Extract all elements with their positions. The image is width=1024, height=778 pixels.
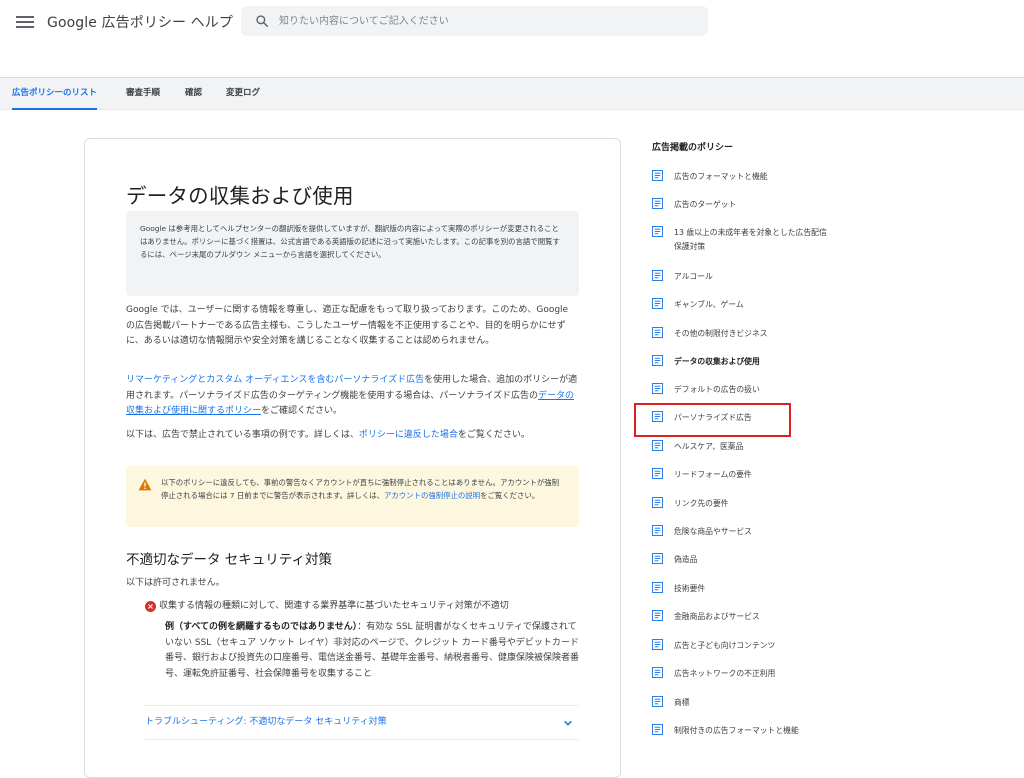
sidebar-item-lead-form[interactable]: リードフォームの要件 <box>652 468 852 482</box>
sidebar-item-label: 広告のターゲット <box>674 200 737 209</box>
menu-icon[interactable] <box>16 12 34 32</box>
sidebar-item-label: 広告と子ども向けコンテンツ <box>674 641 776 650</box>
examples-intro: 以下は、広告で禁止されている事項の例です。詳しくは、ポリシーに違反した場合をご覧… <box>126 428 579 444</box>
sidebar-item-label: リンク先の要件 <box>674 499 729 508</box>
tab-policy-list[interactable]: 広告ポリシーのリスト <box>12 78 98 110</box>
top-header: Google 広告ポリシー ヘルプ <box>0 0 1024 78</box>
document-icon <box>652 696 663 707</box>
tab-confirm[interactable]: 確認 <box>185 78 202 110</box>
sidebar-item-label: 技術要件 <box>674 584 706 593</box>
sidebar-item-label: ギャンブル、ゲーム <box>674 300 744 309</box>
document-icon <box>652 170 663 181</box>
sidebar-item-data-collection[interactable]: データの収集および使用 <box>652 355 852 369</box>
document-icon <box>652 610 663 621</box>
document-icon <box>652 383 663 394</box>
document-icon <box>652 724 663 735</box>
search-input[interactable] <box>279 6 699 36</box>
sidebar-item-child-content[interactable]: 広告と子ども向けコンテンツ <box>652 639 852 653</box>
document-icon <box>652 582 663 593</box>
examples-intro-text-1: 以下は、広告で禁止されている事項の例です。詳しくは、 <box>126 430 359 440</box>
sidebar-item-technical[interactable]: 技術要件 <box>652 582 852 596</box>
translation-notice: Google は参考用としてヘルプセンターの翻訳版を提供していますが、翻訳版の内… <box>126 211 579 296</box>
sidebar-item-label: 制限付きの広告フォーマットと機能 <box>674 726 799 735</box>
sidebar-item-destination[interactable]: リンク先の要件 <box>652 497 852 511</box>
search-box[interactable] <box>241 6 708 36</box>
article-card: データの収集および使用 Google は参考用としてヘルプセンターの翻訳版を提供… <box>84 138 621 778</box>
sidebar-item-counterfeit[interactable]: 偽造品 <box>652 553 852 567</box>
sidebar-item-label: 商標 <box>674 698 690 707</box>
sidebar-item-label: データの収集および使用 <box>674 357 760 366</box>
document-icon <box>652 198 663 209</box>
sidebar-item-label: 13 歳以上の未成年者を対象とした広告配信保護対策 <box>674 228 827 251</box>
document-icon <box>652 525 663 536</box>
sidebar-item-restricted-formats[interactable]: 制限付きの広告フォーマットと機能 <box>652 724 852 738</box>
not-allowed-text: 以下は許可されません。 <box>126 578 225 588</box>
document-icon <box>652 497 663 508</box>
example-label: 例（すべての例を網羅するものではありません） <box>165 622 358 632</box>
sidebar-item-network-abuse[interactable]: 広告ネットワークの不正利用 <box>652 667 852 681</box>
document-icon <box>652 270 663 281</box>
page-title: データの収集および使用 <box>126 184 354 208</box>
sidebar-title: 広告掲載のポリシー <box>652 143 734 153</box>
document-icon <box>652 298 663 309</box>
sidebar-item-label: その他の制限付きビジネス <box>674 329 768 338</box>
sidebar-item-ad-formats[interactable]: 広告のフォーマットと機能 <box>652 170 852 184</box>
document-icon <box>652 468 663 479</box>
personalized-ads-link[interactable]: リマーケティングとカスタム オーディエンスを含むパーソナライズド広告 <box>126 375 424 385</box>
troubleshooting-expander[interactable]: トラブルシューティング: 不適切なデータ セキュリティ対策 <box>145 705 579 740</box>
chevron-down-icon <box>564 720 572 726</box>
sidebar-item-minors-protection[interactable]: 13 歳以上の未成年者を対象とした広告配信保護対策 <box>652 226 852 253</box>
warning-text-2: をご覧ください。 <box>480 491 540 500</box>
examples-intro-text-2: をご覧ください。 <box>457 430 530 440</box>
document-icon <box>652 667 663 678</box>
document-icon <box>652 226 663 237</box>
violation-item: × 収集する情報の種類に対して、関連する業界基準に基づいたセキュリティ対策が不適切 <box>145 598 575 612</box>
document-icon <box>652 355 663 366</box>
error-icon: × <box>145 601 156 612</box>
sidebar-item-label: 偽造品 <box>674 555 698 564</box>
sidebar-item-default-ad-treatment[interactable]: デフォルトの広告の扱い <box>652 383 852 397</box>
document-icon <box>652 553 663 564</box>
highlight-annotation <box>634 403 791 437</box>
warning-icon <box>138 478 152 491</box>
intro-paragraph: Google では、ユーザーに関する情報を尊重し、適正な配慮をもって取り扱ってお… <box>126 305 569 346</box>
sidebar-item-label: 広告のフォーマットと機能 <box>674 172 768 181</box>
warning-callout: 以下のポリシーに違反しても、事前の警告なくアカウントが直ちに強制停止されることは… <box>126 466 579 527</box>
sidebar-item-financial[interactable]: 金融商品およびサービス <box>652 610 852 624</box>
sidebar-item-alcohol[interactable]: アルコール <box>652 270 852 284</box>
sidebar-item-healthcare[interactable]: ヘルスケア、医薬品 <box>652 440 852 454</box>
sidebar-item-label: 危険な商品やサービス <box>674 527 752 536</box>
troubleshooting-label: トラブルシューティング: 不適切なデータ セキュリティ対策 <box>145 717 387 727</box>
sidebar-item-label: ヘルスケア、医薬品 <box>674 442 744 451</box>
sidebar-item-trademark[interactable]: 商標 <box>652 696 852 710</box>
remarketing-paragraph: リマーケティングとカスタム オーディエンスを含むパーソナライズド広告を使用した場… <box>126 373 579 420</box>
tab-bar: 広告ポリシーのリスト 審査手順 確認 変更ログ <box>0 78 1024 110</box>
suspension-link[interactable]: アカウントの強制停止の説明 <box>384 491 480 500</box>
sidebar-item-label: デフォルトの広告の扱い <box>674 385 760 394</box>
tab-review-process[interactable]: 審査手順 <box>126 78 160 110</box>
sidebar-item-restricted-businesses[interactable]: その他の制限付きビジネス <box>652 327 852 341</box>
sidebar-item-label: リードフォームの要件 <box>674 470 752 479</box>
document-icon <box>652 440 663 451</box>
remarketing-text-2: をご確認ください。 <box>261 406 343 416</box>
policy-violation-link[interactable]: ポリシーに違反した場合 <box>359 430 458 440</box>
sidebar-item-gambling[interactable]: ギャンブル、ゲーム <box>652 298 852 312</box>
sidebar-item-ad-targeting[interactable]: 広告のターゲット <box>652 198 852 212</box>
product-title[interactable]: Google 広告ポリシー ヘルプ <box>47 12 233 32</box>
search-icon[interactable] <box>255 14 269 28</box>
section-heading: 不適切なデータ セキュリティ対策 <box>126 552 332 568</box>
example-paragraph: 例（すべての例を網羅するものではありません）：有効な SSL 証明書がなくセキュ… <box>165 620 579 682</box>
sidebar-item-label: 広告ネットワークの不正利用 <box>674 669 776 678</box>
sidebar-item-label: 金融商品およびサービス <box>674 612 760 621</box>
document-icon <box>652 639 663 650</box>
tab-changelog[interactable]: 変更ログ <box>226 78 260 110</box>
document-icon <box>652 327 663 338</box>
sidebar-item-label: アルコール <box>674 272 713 281</box>
violation-text: 収集する情報の種類に対して、関連する業界基準に基づいたセキュリティ対策が不適切 <box>159 601 509 611</box>
sidebar-item-dangerous-products[interactable]: 危険な商品やサービス <box>652 525 852 539</box>
